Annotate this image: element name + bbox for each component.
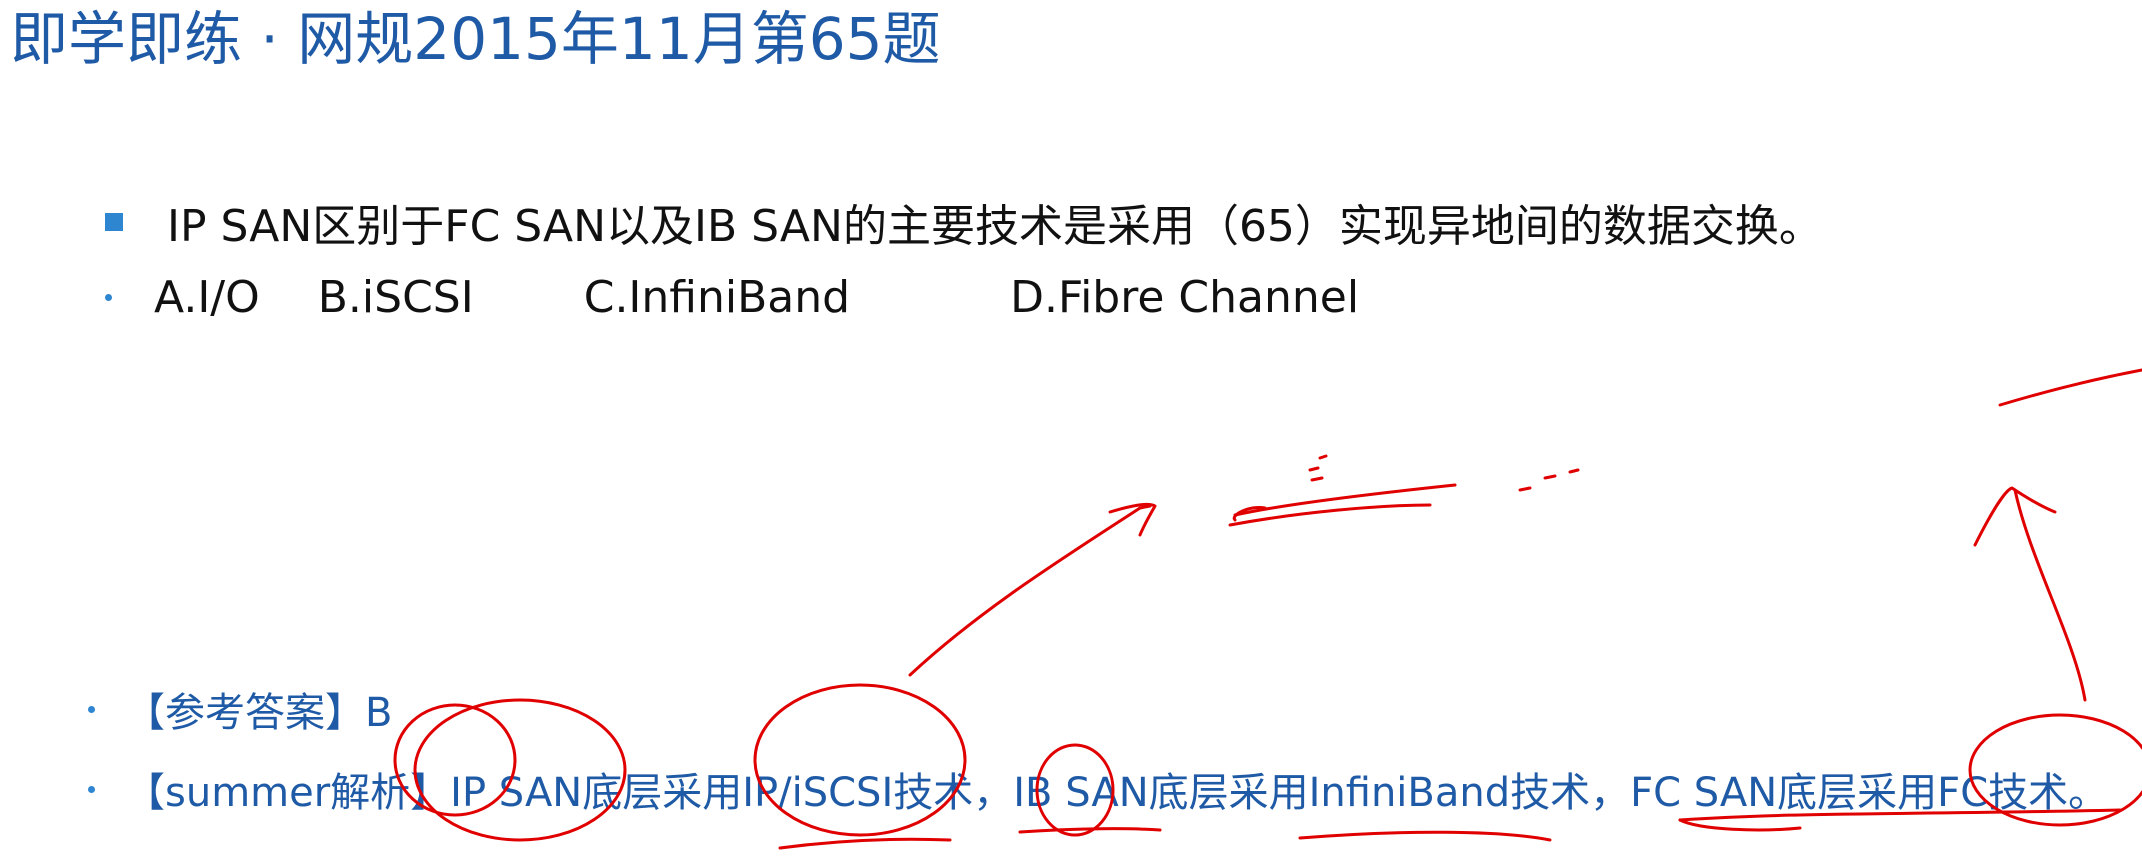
- annotation-stroke: [1228, 503, 1432, 527]
- analysis-text: 【summer解析】IP SAN底层采用IP/iSCSI技术，IB SAN底层采…: [125, 770, 2109, 816]
- options-row: A.I/O B.iSCSI C.InfiniBand D.Fibre Chann…: [105, 272, 1359, 323]
- annotation-arrow-head: [1108, 502, 1157, 537]
- option-b: B.iSCSI: [317, 272, 474, 323]
- square-bullet-icon: [105, 213, 123, 231]
- annotation-stroke: [1998, 368, 2142, 407]
- annotation-underline: [1678, 818, 1802, 832]
- option-c: C.InfiniBand: [583, 272, 851, 323]
- annotation-stroke: [1233, 483, 1457, 517]
- answer-row: 【参考答案】B: [88, 680, 392, 738]
- option-a: A.I/O: [154, 272, 260, 323]
- question-row: IP SAN区别于FC SAN以及IB SAN的主要技术是采用（65）实现异地间…: [105, 190, 1823, 254]
- dot-bullet-icon: [88, 785, 95, 793]
- dot-bullet-icon: [105, 294, 112, 301]
- annotation-stroke: [1232, 505, 1267, 522]
- annotation-arrow-up: [2013, 488, 2087, 702]
- option-d: D.Fibre Channel: [1010, 272, 1360, 323]
- annotation-arrow-stroke: [908, 504, 1152, 677]
- annotation-underline: [778, 837, 952, 850]
- slide-title: 即学即练 · 网规2015年11月第65题: [10, 5, 941, 73]
- annotation-stroke: [1308, 454, 1328, 482]
- question-text: IP SAN区别于FC SAN以及IB SAN的主要技术是采用（65）实现异地间…: [167, 201, 1823, 252]
- annotation-underline: [1018, 827, 1162, 834]
- annotation-underline: [1298, 830, 1552, 842]
- reference-answer: 【参考答案】B: [125, 690, 393, 736]
- analysis-row: 【summer解析】IP SAN底层采用IP/iSCSI技术，IB SAN底层采…: [88, 760, 2108, 818]
- dot-bullet-icon: [88, 705, 95, 713]
- annotation-stroke: [1518, 468, 1580, 492]
- annotation-arrow-head: [1973, 486, 2057, 547]
